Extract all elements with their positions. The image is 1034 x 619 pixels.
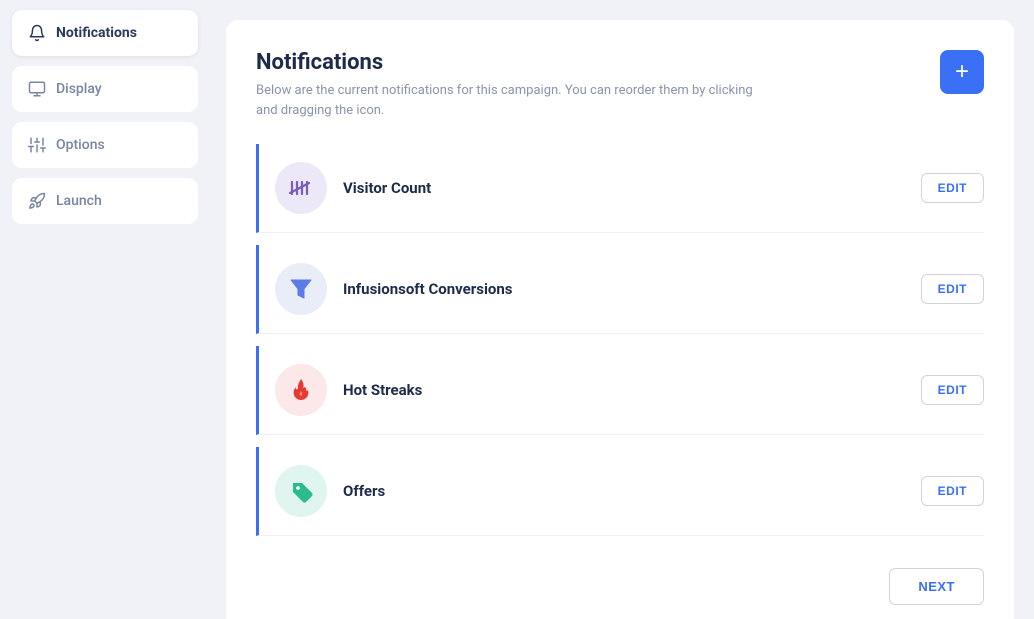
page-title: Notifications [256, 50, 776, 75]
sidebar-item-notifications[interactable]: Notifications [12, 10, 198, 56]
footer-actions: NEXT [256, 568, 984, 605]
tally-icon [287, 174, 315, 202]
sidebar-item-options[interactable]: Options [12, 122, 198, 168]
tag-icon [288, 478, 314, 504]
infusionsoft-icon [275, 263, 327, 315]
sidebar-item-display[interactable]: Display [12, 66, 198, 112]
edit-infusionsoft-button[interactable]: EDIT [921, 274, 984, 304]
main-content: Notifications Below are the current noti… [210, 0, 1034, 619]
edit-offers-button[interactable]: EDIT [921, 476, 984, 506]
sidebar-item-launch[interactable]: Launch [12, 178, 198, 224]
header-text: Notifications Below are the current noti… [256, 50, 776, 120]
notification-label: Hot Streaks [343, 381, 905, 399]
fire-icon [287, 376, 315, 404]
content-card: Notifications Below are the current noti… [226, 20, 1014, 619]
funnel-icon [287, 275, 315, 303]
visitor-count-icon [275, 162, 327, 214]
sidebar-item-label: Display [56, 81, 102, 97]
notifications-list: Visitor Count EDIT Infusionsoft Conversi… [256, 144, 984, 548]
page-description: Below are the current notifications for … [256, 81, 776, 120]
notification-row: Hot Streaks EDIT [256, 346, 984, 435]
notification-row: Visitor Count EDIT [256, 144, 984, 233]
notification-label: Infusionsoft Conversions [343, 280, 905, 298]
sidebar-item-label: Launch [56, 193, 102, 209]
add-notification-button[interactable]: + [940, 50, 984, 94]
sidebar-item-label: Notifications [56, 25, 137, 41]
rocket-icon [28, 192, 46, 210]
bell-icon [28, 24, 46, 42]
page-header: Notifications Below are the current noti… [256, 50, 984, 120]
sliders-icon [28, 136, 46, 154]
edit-visitor-count-button[interactable]: EDIT [921, 173, 984, 203]
sidebar: Notifications Display Options [0, 0, 210, 619]
monitor-icon [28, 80, 46, 98]
notification-label: Visitor Count [343, 179, 905, 197]
next-button[interactable]: NEXT [889, 568, 984, 605]
hotstreak-icon [275, 364, 327, 416]
notification-row: Offers EDIT [256, 447, 984, 536]
sidebar-item-label: Options [56, 137, 105, 153]
notification-row: Infusionsoft Conversions EDIT [256, 245, 984, 334]
notification-label: Offers [343, 482, 905, 500]
offers-icon [275, 465, 327, 517]
edit-hot-streaks-button[interactable]: EDIT [921, 375, 984, 405]
